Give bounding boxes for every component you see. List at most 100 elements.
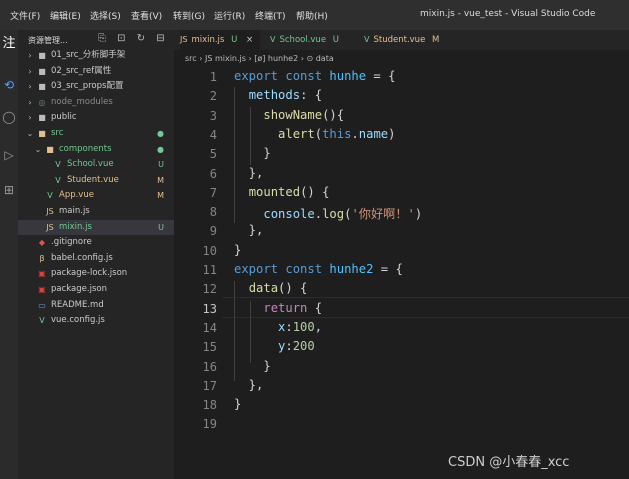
extensions-icon[interactable]: ⊞ [0, 183, 18, 197]
tab-school-vue[interactable]: V School.vue U [270, 30, 339, 50]
code-token: } [234, 146, 271, 161]
file-type-icon: ◆ [38, 238, 46, 248]
tab-mixin-js[interactable]: JS mixin.js U × [180, 30, 260, 50]
search-icon[interactable]: ◯ [0, 110, 18, 124]
menu-goto[interactable]: 转到(G) [173, 9, 205, 22]
tab-student-vue[interactable]: V Student.vue M [364, 30, 439, 50]
line-number: 15 [202, 340, 217, 355]
menu-selection[interactable]: 选择(S) [90, 9, 121, 22]
tree-item[interactable]: › ■ 03_src_props配置 [18, 79, 174, 94]
code-token: const [285, 69, 330, 83]
line-number: 17 [202, 378, 217, 393]
file-type-icon: ■ [38, 129, 46, 138]
code-token: (){ [322, 107, 345, 122]
source-control-icon[interactable]: ⟲ [0, 78, 18, 92]
code-token: '你好啊！' [351, 207, 415, 222]
code-token: name [358, 126, 389, 141]
tree-item[interactable]: ◆ .gitignore [18, 235, 174, 250]
code-token: this [322, 126, 352, 141]
tree-item-label: 01_src_分析脚手架 [51, 50, 126, 60]
chevron-right-icon: › [28, 51, 32, 60]
tree-item[interactable]: ⌄ ■ src ● [18, 126, 174, 141]
code-token: } [234, 358, 271, 373]
tree-item[interactable]: JS main.js [18, 204, 174, 219]
tree-item-label: package.json [51, 284, 107, 294]
tree-item-label: vue.config.js [51, 315, 105, 326]
git-status-badge: ● [157, 129, 164, 138]
code-token: : { [300, 88, 323, 103]
chevron-down-icon: ⌄ [26, 129, 34, 138]
git-status-badge: M [157, 191, 164, 201]
menu-file[interactable]: 文件(F) [10, 9, 40, 22]
code-line: mounted() { [234, 184, 330, 199]
code-token: () { [300, 184, 330, 199]
tree-item-label: components [59, 143, 112, 154]
js-file-icon: JS [180, 35, 188, 44]
code-line: } [234, 397, 241, 411]
code-token: alert [278, 126, 315, 141]
code-token: . [314, 207, 323, 222]
run-icon[interactable]: ▷ [0, 148, 18, 162]
code-token: ( [314, 126, 323, 141]
tree-item-label: babel.config.js [51, 252, 113, 263]
tree-item[interactable]: › ■ 02_src_ref属性 [18, 64, 174, 79]
file-type-icon: V [47, 191, 53, 201]
file-type-icon: V [55, 175, 61, 185]
file-type-icon: β [39, 253, 45, 263]
chevron-down-icon: ⌄ [34, 144, 42, 154]
code-line: export const hunhe = { [234, 69, 395, 83]
menu-view[interactable]: 查看(V) [131, 9, 162, 22]
tree-item[interactable]: › ■ public [18, 110, 174, 125]
tree-item[interactable]: V Student.vue M [18, 173, 174, 188]
tree-item-label: 03_src_props配置 [51, 81, 124, 92]
code-token: const [285, 262, 330, 276]
tree-item[interactable]: › ◎ node_modules [18, 95, 174, 110]
line-number: 18 [202, 398, 217, 413]
code-token: . [351, 126, 359, 141]
code-token: export [234, 262, 286, 276]
explorer-sidebar: 资源管理... ⎘ ⊡ ↻ ⊟ ··· › ■ 01_src_分析脚手架 › ■ 02_s… [18, 30, 193, 479]
breadcrumb[interactable]: src › JS mixin.js › [ø] hunhe2 › ⊙ data [185, 54, 334, 63]
tree-item[interactable]: V School.vue U [18, 157, 174, 172]
line-number: 14 [202, 320, 217, 335]
chevron-right-icon: › [28, 82, 32, 92]
explorer-title: 资源管理... [28, 36, 68, 45]
tree-item-label: 02_src_ref属性 [51, 65, 112, 76]
close-icon[interactable]: × [246, 35, 253, 45]
file-type-icon: ■ [38, 51, 46, 60]
tree-item[interactable]: ⌄ ■ components ● [18, 142, 174, 157]
tree-item[interactable]: β babel.config.js [18, 251, 174, 266]
tree-item[interactable]: ▣ package.json [18, 282, 174, 297]
line-number: 6 [209, 166, 217, 181]
tree-item[interactable]: Vvue.config.js [18, 313, 174, 328]
file-type-icon: V [55, 160, 61, 170]
tab-status: U [332, 35, 339, 45]
tree-item-label: main.js [59, 206, 90, 216]
code-token: }, [234, 223, 264, 238]
file-type-icon: JS [46, 207, 54, 216]
tree-item[interactable]: JS mixin.js U [18, 219, 174, 235]
code-token: ) [414, 207, 423, 222]
tree-item[interactable]: ▭ README.md [18, 298, 174, 313]
menu-help[interactable]: 帮助(H) [296, 9, 328, 22]
line-number: 7 [209, 185, 217, 200]
line-number: 2 [209, 89, 217, 104]
code-token: hunhe [329, 69, 367, 83]
git-status-badge: ● [157, 144, 164, 154]
code-token: }, [234, 165, 264, 180]
file-type-icon: JS [46, 222, 54, 232]
code-editor[interactable]: 1 export const hunhe = {2 methods: {3 sho… [174, 68, 629, 479]
menu-terminal[interactable]: 终端(T) [255, 9, 286, 22]
menu-run[interactable]: 运行(R) [214, 9, 245, 22]
menu-edit[interactable]: 编辑(E) [50, 9, 81, 22]
file-type-icon: ▣ [38, 269, 46, 279]
tree-item[interactable]: › ■ 01_src_分析脚手架 [18, 48, 174, 63]
tree-item[interactable]: ▣ package-lock.json [18, 266, 174, 281]
code-token: console [263, 207, 315, 222]
tree-item-label: App.vue [59, 190, 94, 201]
tree-item[interactable]: V App.vue M [18, 188, 174, 203]
